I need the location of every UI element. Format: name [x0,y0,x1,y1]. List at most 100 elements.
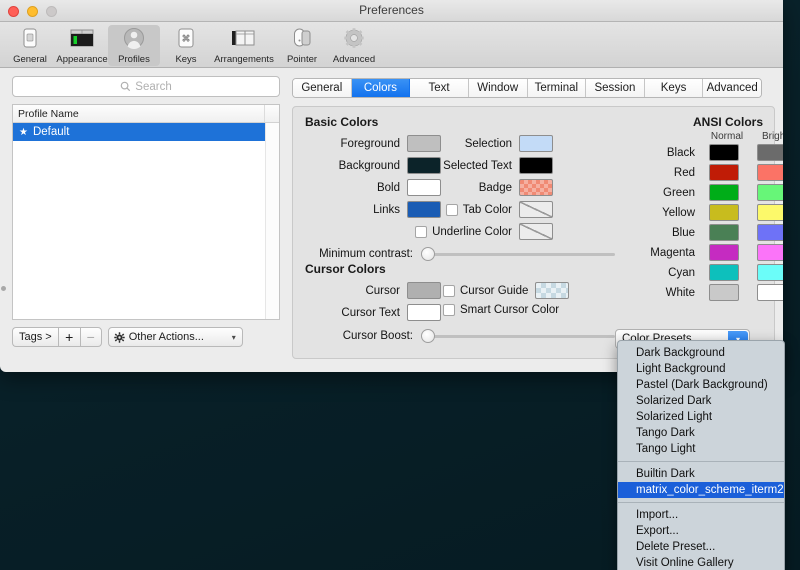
menu-item-visit-online-gallery[interactable]: Visit Online Gallery [618,555,784,570]
toolbar-item-keys[interactable]: ⌘ Keys [160,25,212,66]
ansi-green-normal-swatch[interactable] [709,184,739,201]
ansi-black-bright-swatch[interactable] [757,144,783,161]
setting-cursor-text[interactable]: Cursor Text [305,304,441,321]
star-icon: ★ [19,126,28,138]
setting-cursor-guide[interactable]: Cursor Guide [443,282,570,299]
ansi-row-cyan: Cyan [648,264,783,281]
menu-item-solarized-light[interactable]: Solarized Light [618,409,784,425]
ansi-label: Black [666,146,695,159]
menu-item-delete-preset[interactable]: Delete Preset... [618,539,784,555]
pane-resize-handle[interactable] [1,286,6,291]
menu-item-builtin-dark[interactable]: Builtin Dark [618,466,784,482]
selected-text-color-swatch[interactable] [519,157,553,174]
setting-smart-cursor-color[interactable]: Smart Cursor Color [443,304,559,316]
smart-cursor-color-checkbox[interactable] [443,304,455,316]
cursor-text-color-swatch[interactable] [407,304,441,321]
toolbar-item-advanced[interactable]: Advanced [328,25,380,66]
setting-background[interactable]: Background [305,157,441,174]
ansi-cyan-normal-swatch[interactable] [709,264,739,281]
tab-terminal[interactable]: Terminal [527,79,587,97]
tab-session[interactable]: Session [586,79,645,97]
cursor-guide-checkbox[interactable] [443,284,455,297]
ansi-row-white: White [648,284,783,301]
background-color-swatch[interactable] [407,157,441,174]
tab-window[interactable]: Window [468,79,528,97]
setting-tab-color[interactable]: Tab Color [443,201,553,218]
menu-item-pastel-dark-background[interactable]: Pastel (Dark Background) [618,377,784,393]
badge-color-swatch[interactable] [519,179,553,196]
menu-item-dark-background[interactable]: Dark Background [618,345,784,361]
table-row[interactable]: ★ Default [13,123,279,141]
ansi-blue-bright-swatch[interactable] [757,224,783,241]
menu-item-matrix-color-scheme-iterm2[interactable]: matrix_color_scheme_iterm2 [618,482,784,498]
label: Cursor [365,284,400,297]
cursor-color-swatch[interactable] [407,282,441,299]
menu-item-tango-dark[interactable]: Tango Dark [618,425,784,441]
ansi-black-normal-swatch[interactable] [709,144,739,161]
ansi-magenta-normal-swatch[interactable] [709,244,739,261]
toolbar-item-profiles[interactable]: Profiles [108,25,160,66]
profiles-icon [124,28,144,49]
cursor-guide-color-swatch[interactable] [535,282,570,299]
bold-color-swatch[interactable] [407,179,441,196]
setting-cursor-boost[interactable]: Cursor Boost: [305,329,615,343]
underline-color-checkbox[interactable] [415,225,428,238]
setting-selected-text[interactable]: Selected Text [443,157,553,174]
ansi-colors-title: ANSI Colors [692,115,763,129]
ansi-cyan-bright-swatch[interactable] [757,264,783,281]
search-input[interactable]: Search [12,76,280,97]
menu-item-light-background[interactable]: Light Background [618,361,784,377]
ansi-green-bright-swatch[interactable] [757,184,783,201]
profiles-scrollbar[interactable] [265,123,279,319]
ansi-white-normal-swatch[interactable] [709,284,739,301]
setting-bold[interactable]: Bold [305,179,441,196]
ansi-red-bright-swatch[interactable] [757,164,783,181]
setting-links[interactable]: Links [305,201,441,218]
ansi-yellow-bright-swatch[interactable] [757,204,783,221]
toolbar-item-general[interactable]: General [4,25,56,66]
tab-general[interactable]: General [293,79,352,97]
menu-item-tango-light[interactable]: Tango Light [618,441,784,457]
tab-text[interactable]: Text [410,79,469,97]
ansi-red-normal-swatch[interactable] [709,164,739,181]
tab-keys[interactable]: Keys [644,79,704,97]
setting-minimum-contrast[interactable]: Minimum contrast: [305,247,615,261]
ansi-yellow-normal-swatch[interactable] [709,204,739,221]
tab-advanced[interactable]: Advanced [703,79,761,97]
selection-color-swatch[interactable] [519,135,553,152]
setting-selection[interactable]: Selection [443,135,553,152]
links-color-swatch[interactable] [407,201,441,218]
setting-underline-color[interactable]: Underline Color [415,223,553,240]
label: Bold [376,181,400,194]
profiles-table[interactable]: Profile Name ★ Default [12,104,280,320]
add-profile-button[interactable]: + [57,327,80,347]
cursor-boost-slider-knob[interactable] [421,329,435,343]
setting-foreground[interactable]: Foreground [305,135,441,152]
foreground-color-swatch[interactable] [407,135,441,152]
cursor-boost-slider-track[interactable] [429,334,615,338]
tags-button[interactable]: Tags > [12,327,58,347]
menu-item-export[interactable]: Export... [618,523,784,539]
minimum-contrast-slider-track[interactable] [429,252,615,256]
underline-color-swatch [519,223,553,240]
menu-separator [618,502,784,503]
minimum-contrast-slider-knob[interactable] [421,247,435,261]
ansi-blue-normal-swatch[interactable] [709,224,739,241]
setting-badge[interactable]: Badge [443,179,553,196]
tab-color-checkbox[interactable] [445,203,458,216]
menu-item-import[interactable]: Import... [618,507,784,523]
tab-colors[interactable]: Colors [351,79,411,97]
toolbar-item-pointer[interactable]: Pointer [276,25,328,66]
other-actions-button[interactable]: Other Actions... ▾ [107,327,243,347]
ansi-header-bright: Bright [761,131,783,142]
ansi-magenta-bright-swatch[interactable] [757,244,783,261]
ansi-white-bright-swatch[interactable] [757,284,783,301]
toolbar-item-appearance[interactable]: Appearance [56,25,108,66]
ansi-colors-grid: Normal Bright Black Red Green [648,131,783,304]
menu-item-solarized-dark[interactable]: Solarized Dark [618,393,784,409]
setting-cursor[interactable]: Cursor [305,282,441,299]
arrangements-icon [232,30,255,46]
toolbar-label: Keys [175,54,197,65]
toolbar-label: Profiles [118,54,150,65]
toolbar-item-arrangements[interactable]: Arrangements [212,25,276,66]
